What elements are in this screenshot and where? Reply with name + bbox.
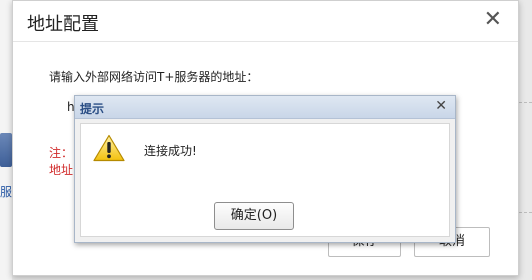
close-icon[interactable]: ✕ — [484, 9, 502, 31]
close-icon[interactable]: ✕ — [435, 98, 447, 114]
background-divider — [519, 212, 532, 213]
message-titlebar: 提示 ✕ — [75, 96, 455, 119]
note-line-2: 地址 — [49, 163, 74, 177]
ok-button[interactable]: 确定(O) — [214, 202, 294, 230]
note-text: 注： 地址 — [49, 145, 73, 179]
message-body: 连接成功! 确定(O) — [80, 123, 450, 237]
message-box: 提示 ✕ 连接成功! 确定(O) — [74, 95, 456, 243]
title-divider — [13, 41, 518, 42]
message-title: 提示 — [80, 102, 105, 116]
address-prompt: 请输入外部网络访问T+服务器的地址： — [49, 70, 259, 84]
dialog-title: 地址配置 — [27, 14, 99, 35]
background-divider — [519, 102, 532, 103]
app-icon — [0, 133, 12, 167]
note-line-1: 注： — [49, 146, 74, 160]
background-label: 服 — [0, 185, 13, 199]
warning-icon — [93, 134, 125, 162]
message-text: 连接成功! — [144, 144, 197, 158]
